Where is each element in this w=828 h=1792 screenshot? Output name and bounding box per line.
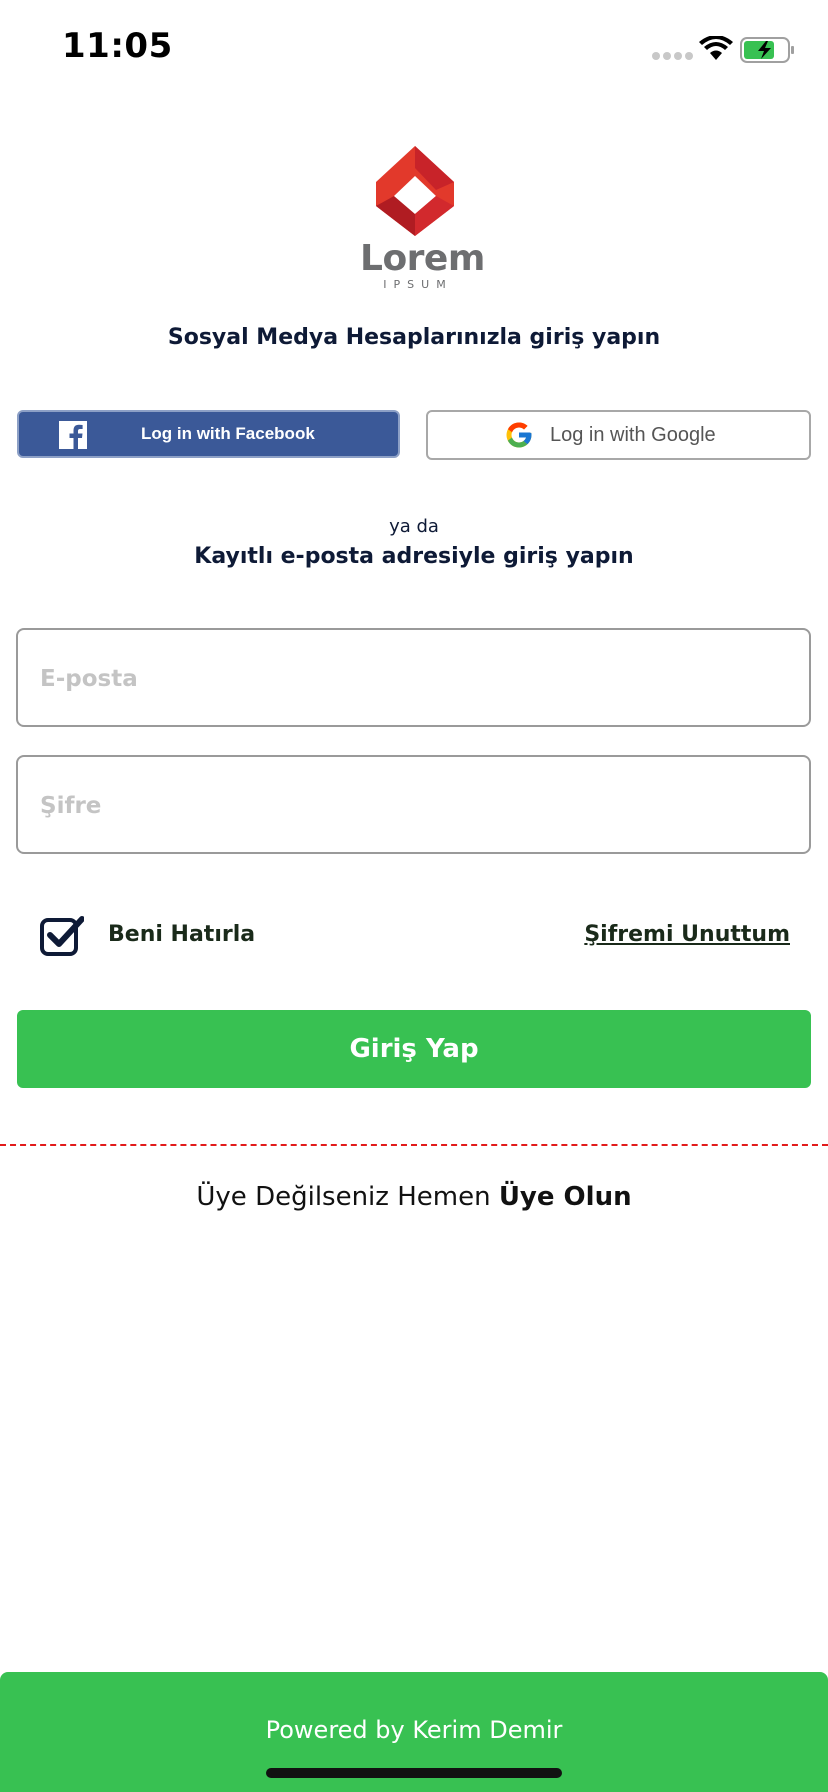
login-button[interactable]: Giriş Yap	[17, 1010, 811, 1088]
email-field-container	[16, 628, 811, 727]
section-divider	[0, 1144, 828, 1146]
password-input[interactable]	[38, 757, 782, 854]
google-login-button[interactable]: Log in with Google	[426, 410, 811, 460]
or-separator-text: ya da	[389, 516, 439, 537]
signup-link[interactable]: Üye Olun	[499, 1182, 632, 1212]
brand-logo: Lorem IPSUM	[360, 144, 485, 294]
google-icon	[504, 420, 534, 454]
email-input[interactable]	[38, 630, 782, 727]
facebook-icon	[59, 421, 87, 449]
login-screen: 11:05 Lorem IPSUM Sosyal Medya Hesapları…	[0, 0, 828, 1792]
google-login-label: Log in with Google	[550, 424, 716, 446]
cellular-signal-icon	[652, 52, 693, 60]
checkbox-checked-icon	[40, 916, 85, 956]
logo-wordmark: Lorem	[360, 238, 485, 279]
status-time: 11:05	[62, 26, 173, 66]
home-indicator[interactable]	[266, 1768, 562, 1778]
forgot-password-link[interactable]: Şifremi Unuttum	[584, 922, 790, 947]
logo-subtitle: IPSUM	[383, 278, 453, 291]
battery-icon	[740, 37, 796, 67]
remember-me-label: Beni Hatırla	[108, 922, 256, 947]
logo-mark-icon	[376, 146, 454, 236]
footer-bar: Powered by Kerim Demir	[0, 1672, 828, 1792]
footer-credit: Powered by Kerim Demir	[265, 1716, 563, 1744]
facebook-login-button[interactable]: Log in with Facebook	[17, 410, 400, 458]
facebook-login-label: Log in with Facebook	[141, 424, 315, 443]
password-field-container	[16, 755, 811, 854]
email-login-title: Kayıtlı e-posta adresiyle giriş yapın	[194, 544, 634, 569]
signup-prompt: Üye Değilseniz Hemen Üye Olun	[0, 1182, 828, 1212]
signup-prompt-text: Üye Değilseniz Hemen	[196, 1182, 499, 1212]
social-login-title: Sosyal Medya Hesaplarınızla giriş yapın	[167, 325, 661, 350]
remember-me-checkbox[interactable]	[40, 916, 85, 956]
wifi-icon	[698, 35, 734, 66]
